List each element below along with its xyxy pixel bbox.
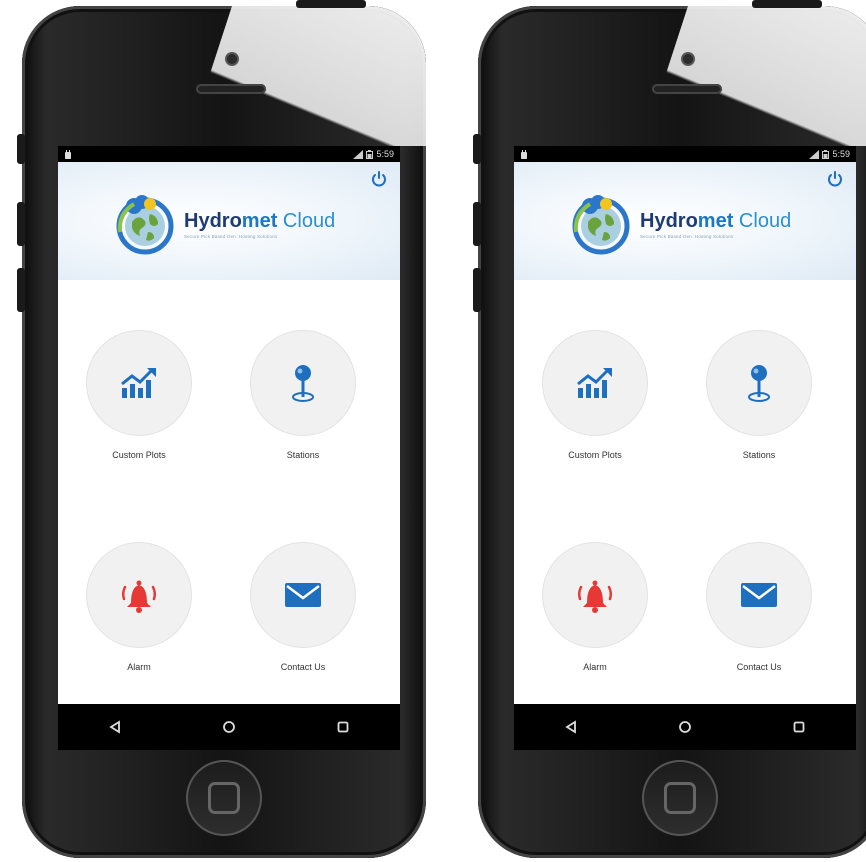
chart-icon bbox=[577, 368, 612, 398]
tile-circle[interactable] bbox=[250, 330, 356, 436]
tile-custom-plots[interactable]: Custom Plots bbox=[84, 330, 194, 460]
globe-logo-icon bbox=[572, 195, 630, 255]
nav-back-button[interactable] bbox=[551, 712, 591, 742]
status-time: 5:59 bbox=[832, 149, 850, 159]
tile-circle[interactable] bbox=[706, 542, 812, 648]
battery-icon bbox=[822, 149, 830, 159]
volume-up-button bbox=[17, 202, 25, 246]
brand-name: Hydromet Cloud bbox=[640, 210, 791, 232]
earpiece-speaker bbox=[196, 84, 266, 94]
power-icon[interactable] bbox=[370, 170, 388, 188]
map-pin-icon bbox=[748, 365, 770, 402]
mute-switch bbox=[17, 134, 25, 164]
globe-logo-icon bbox=[116, 195, 174, 255]
bell-icon bbox=[121, 580, 157, 613]
brand-name-part3: Cloud bbox=[277, 209, 336, 232]
tile-label: Contact Us bbox=[280, 662, 326, 672]
tile-stations[interactable]: Stations bbox=[248, 330, 358, 460]
nav-home-button[interactable] bbox=[665, 712, 705, 742]
status-time: 5:59 bbox=[376, 149, 394, 159]
brand-tagline: Secure Pick Based Gen. Hosting Solutions bbox=[184, 233, 278, 239]
tile-circle[interactable] bbox=[706, 330, 812, 436]
tile-alarm[interactable]: Alarm bbox=[84, 542, 194, 672]
app-screen: 5:59 Hydromet Cloud Secure Pick Based Ge… bbox=[58, 146, 400, 750]
status-bar: 5:59 bbox=[58, 146, 400, 162]
android-notification-icon bbox=[65, 149, 71, 159]
app-header: Hydromet Cloud Secure Pick Based Gen. Ho… bbox=[514, 162, 856, 280]
status-bar: 5:59 bbox=[514, 146, 856, 162]
android-nav-bar bbox=[514, 704, 856, 750]
tile-label: Alarm bbox=[583, 662, 607, 672]
nav-back-button[interactable] bbox=[95, 712, 135, 742]
tile-label: Contact Us bbox=[736, 662, 782, 672]
brand-tagline: Secure Pick Based Gen. Hosting Solutions bbox=[640, 233, 734, 239]
mute-switch bbox=[473, 134, 481, 164]
android-nav-bar bbox=[58, 704, 400, 750]
glass-reflection bbox=[22, 6, 426, 146]
front-camera bbox=[683, 54, 693, 64]
mail-icon bbox=[741, 583, 777, 607]
volume-down-button bbox=[473, 268, 481, 312]
nav-recents-button[interactable] bbox=[779, 712, 819, 742]
home-square-icon bbox=[664, 782, 696, 814]
home-circle-icon bbox=[223, 721, 235, 733]
tile-circle[interactable] bbox=[86, 542, 192, 648]
brand-name: Hydromet Cloud bbox=[184, 210, 335, 232]
tile-contact-us[interactable]: Contact Us bbox=[248, 542, 358, 672]
brand-name-part1: Hydro bbox=[640, 209, 698, 232]
app-screen: 5:59 Hydromet Cloud Secure Pick Based Ge… bbox=[514, 146, 856, 750]
chart-icon bbox=[121, 368, 156, 398]
recents-square-icon bbox=[793, 721, 805, 733]
mail-icon bbox=[285, 583, 321, 607]
tile-label: Stations bbox=[286, 450, 320, 460]
recents-square-icon bbox=[337, 721, 349, 733]
bell-icon bbox=[577, 580, 613, 613]
power-icon[interactable] bbox=[826, 170, 844, 188]
tile-custom-plots[interactable]: Custom Plots bbox=[540, 330, 650, 460]
menu-grid: Custom Plots Stations Alarm Contact Us bbox=[58, 280, 400, 696]
home-square-icon bbox=[208, 782, 240, 814]
brand-name-part1: Hydro bbox=[184, 209, 242, 232]
tile-alarm[interactable]: Alarm bbox=[540, 542, 650, 672]
brand-name-part2: met bbox=[241, 209, 278, 232]
app-header: Hydromet Cloud Secure Pick Based Gen. Ho… bbox=[58, 162, 400, 280]
signal-icon bbox=[353, 149, 364, 159]
phone-mockup-left: 5:59 Hydromet Cloud Secure Pick Based Ge… bbox=[17, 0, 426, 858]
tile-label: Custom Plots bbox=[112, 450, 166, 460]
earpiece-speaker bbox=[652, 84, 722, 94]
back-triangle-icon bbox=[109, 720, 120, 734]
tile-circle[interactable] bbox=[86, 330, 192, 436]
tile-circle[interactable] bbox=[250, 542, 356, 648]
back-triangle-icon bbox=[565, 720, 576, 734]
tile-label: Alarm bbox=[127, 662, 151, 672]
map-pin-icon bbox=[292, 365, 314, 402]
volume-up-button bbox=[473, 202, 481, 246]
tile-circle[interactable] bbox=[542, 330, 648, 436]
brand-name-part3: Cloud bbox=[733, 209, 792, 232]
battery-icon bbox=[366, 149, 374, 159]
hardware-home-button bbox=[642, 760, 718, 836]
tile-label: Custom Plots bbox=[568, 450, 622, 460]
home-circle-icon bbox=[679, 721, 691, 733]
hydromet-logo: Hydromet Cloud Secure Pick Based Gen. Ho… bbox=[112, 192, 335, 256]
signal-icon bbox=[809, 149, 820, 159]
tile-contact-us[interactable]: Contact Us bbox=[704, 542, 814, 672]
power-hardware-button bbox=[752, 0, 822, 8]
menu-grid: Custom Plots Stations Alarm Contact Us bbox=[514, 280, 856, 696]
phone-mockup-right: 5:59 Hydromet Cloud Secure Pick Based Ge… bbox=[473, 0, 866, 858]
hydromet-logo: Hydromet Cloud Secure Pick Based Gen. Ho… bbox=[568, 192, 791, 256]
tile-label: Stations bbox=[742, 450, 776, 460]
volume-down-button bbox=[17, 268, 25, 312]
power-hardware-button bbox=[296, 0, 366, 8]
nav-home-button[interactable] bbox=[209, 712, 249, 742]
brand-name-part2: met bbox=[697, 209, 734, 232]
glass-reflection bbox=[478, 6, 866, 146]
front-camera bbox=[227, 54, 237, 64]
tile-circle[interactable] bbox=[542, 542, 648, 648]
tile-stations[interactable]: Stations bbox=[704, 330, 814, 460]
android-notification-icon bbox=[521, 149, 527, 159]
hardware-home-button bbox=[186, 760, 262, 836]
nav-recents-button[interactable] bbox=[323, 712, 363, 742]
